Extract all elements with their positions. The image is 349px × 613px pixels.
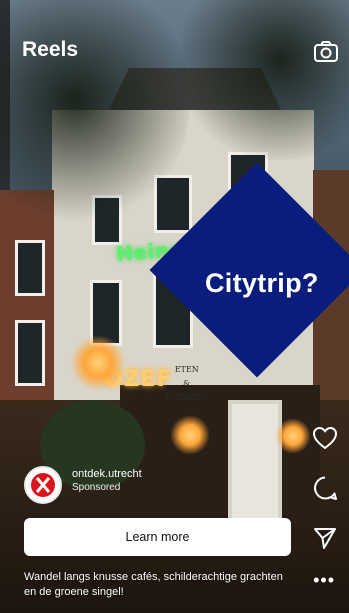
sign-line: ETEN (174, 365, 199, 374)
avatar[interactable] (24, 466, 62, 504)
window (15, 240, 45, 296)
reels-screen: Heineken OZEF ETEN & DRINKEN Citytrip? R… (0, 0, 349, 613)
learn-more-button[interactable]: Learn more (24, 518, 291, 556)
street-lamp (170, 415, 210, 455)
street-lamp (70, 335, 126, 391)
page-title: Reels (22, 38, 79, 61)
more-icon[interactable]: ••• (313, 571, 335, 589)
sign-line: & (183, 379, 191, 388)
reel-caption[interactable]: Wandel langs knusse cafés, schilderachti… (24, 570, 294, 600)
eten-drinken-sign: ETEN & DRINKEN (166, 363, 207, 405)
comment-icon[interactable] (311, 474, 339, 502)
account-name[interactable]: ontdek.utrecht (72, 468, 142, 480)
door (228, 400, 282, 523)
send-icon[interactable] (311, 524, 339, 552)
camera-icon[interactable] (313, 40, 339, 64)
ad-headline: Citytrip? (205, 268, 319, 298)
sign-line: DRINKEN (166, 393, 208, 402)
heart-icon[interactable] (311, 424, 339, 452)
street-lamp (275, 418, 311, 454)
window (15, 320, 45, 386)
sponsored-label: Sponsored (72, 482, 121, 493)
